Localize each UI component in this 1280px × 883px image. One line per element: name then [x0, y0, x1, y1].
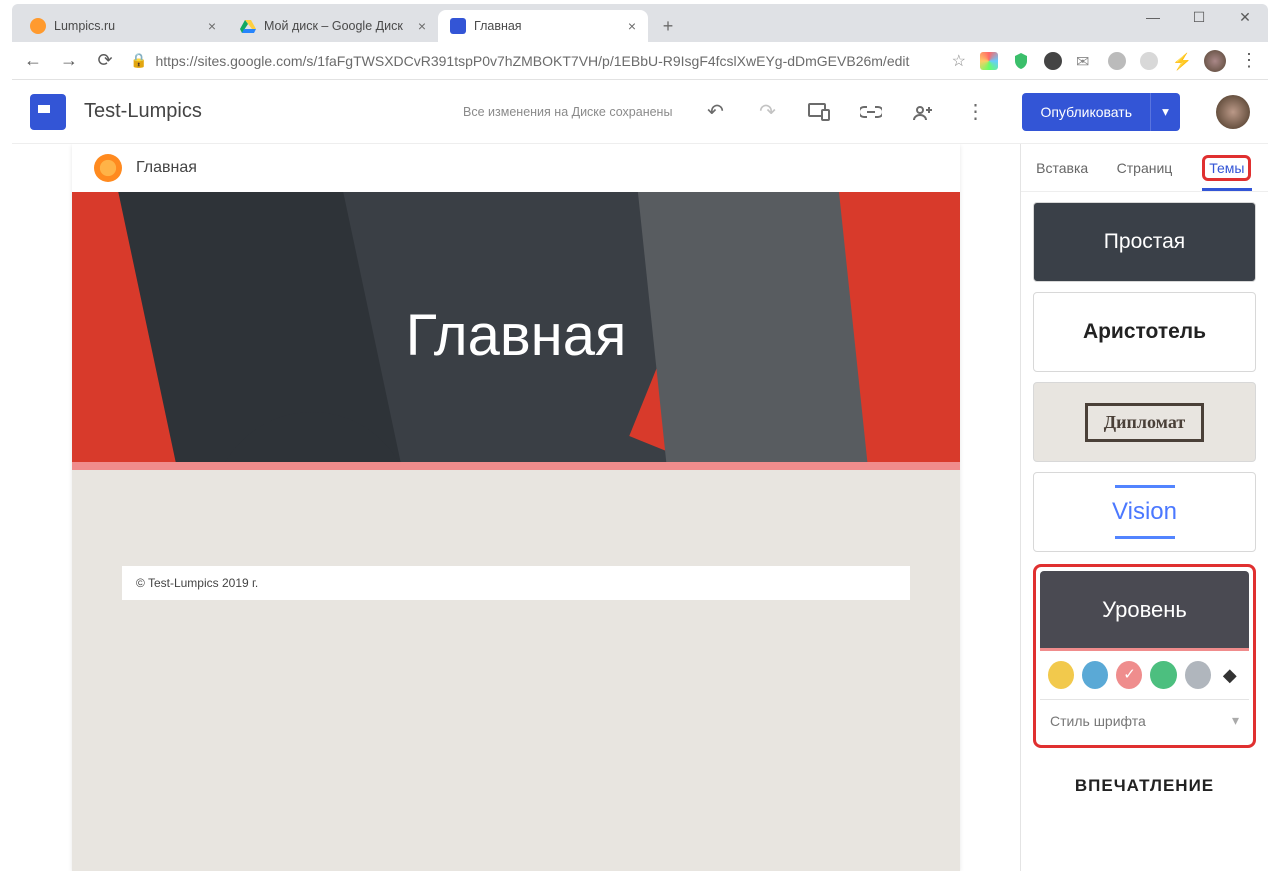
nav-back-icon[interactable]: ←	[22, 50, 44, 71]
font-style-dropdown[interactable]: Стиль шрифта ▾	[1040, 699, 1249, 741]
star-icon[interactable]: ☆	[952, 51, 966, 71]
extension-icons: ✉ ⚡	[980, 52, 1190, 70]
chevron-down-icon: ▾	[1232, 712, 1239, 729]
color-swatch-yellow[interactable]	[1048, 661, 1074, 689]
close-tab-icon[interactable]: ×	[628, 18, 636, 34]
themes-list[interactable]: Простая Аристотель Дипломат Vision Урове…	[1021, 192, 1268, 871]
favicon-icon	[240, 18, 256, 34]
font-style-label: Стиль шрифта	[1050, 713, 1146, 729]
browser-menu-icon[interactable]: ⋮	[1240, 50, 1258, 71]
color-swatch-blue[interactable]	[1082, 661, 1108, 689]
preview-icon[interactable]	[808, 101, 830, 123]
tab-pages[interactable]: Страниц	[1103, 144, 1185, 191]
right-sidebar: Вставка Страниц Темы Простая Аристотель …	[1020, 144, 1268, 871]
site-nav-title[interactable]: Главная	[136, 159, 197, 177]
sites-logo-icon[interactable]	[30, 94, 66, 130]
site-title[interactable]: Test-Lumpics	[84, 100, 202, 123]
hero-divider	[72, 462, 960, 470]
browser-tabstrip: Lumpics.ru × Мой диск – Google Диск × Гл…	[12, 4, 1268, 42]
more-icon[interactable]: ⋮	[964, 101, 986, 123]
color-swatch-pink-selected[interactable]	[1116, 661, 1142, 689]
close-tab-icon[interactable]: ×	[208, 18, 216, 34]
toolbar-icons: ↶ ↷ ⋮	[704, 101, 986, 123]
window-maximize-icon[interactable]: ☐	[1192, 10, 1206, 24]
tab-title: Мой диск – Google Диск	[264, 19, 403, 33]
theme-aristotle[interactable]: Аристотель	[1033, 292, 1256, 372]
link-icon[interactable]	[860, 101, 882, 123]
color-swatch-green[interactable]	[1150, 661, 1176, 689]
ext-icon[interactable]	[1012, 52, 1030, 70]
site-nav-header[interactable]: Главная	[72, 144, 960, 192]
publish-button-group: Опубликовать ▾	[1022, 93, 1180, 131]
url-field[interactable]: 🔒 https://sites.google.com/s/1faFgTWSXDC…	[130, 52, 938, 69]
color-swatch-gray[interactable]	[1185, 661, 1211, 689]
tab-title: Главная	[474, 19, 522, 33]
share-icon[interactable]	[912, 101, 934, 123]
browser-tab-drive[interactable]: Мой диск – Google Диск ×	[228, 10, 438, 42]
browser-address-bar: ← → ⟳ 🔒 https://sites.google.com/s/1faFg…	[12, 42, 1268, 80]
redo-icon[interactable]: ↷	[756, 101, 778, 123]
page-content[interactable]: © Test-Lumpics 2019 г.	[72, 470, 960, 710]
sidebar-tabs: Вставка Страниц Темы	[1021, 144, 1268, 192]
hero-banner[interactable]: Главная	[72, 192, 960, 462]
url-text: https://sites.google.com/s/1faFgTWSXDCvR…	[155, 53, 909, 69]
theme-impression[interactable]: ВПЕЧАТЛЕНИЕ	[1033, 766, 1256, 806]
theme-level-selected: Уровень ◆ Стиль шрифта ▾	[1033, 564, 1256, 748]
tab-title: Lumpics.ru	[54, 19, 115, 33]
ext-icon[interactable]	[1108, 52, 1126, 70]
tab-themes[interactable]: Темы	[1186, 144, 1268, 191]
editor-canvas[interactable]: Главная Главная © Test-Lumpics 2019 г.	[12, 144, 1020, 871]
undo-icon[interactable]: ↶	[704, 101, 726, 123]
site-logo-icon[interactable]	[94, 154, 122, 182]
close-tab-icon[interactable]: ×	[418, 18, 426, 34]
user-avatar-icon[interactable]	[1216, 95, 1250, 129]
window-controls: — ☐ ✕	[1146, 10, 1252, 24]
ext-icon[interactable]: ⚡	[1172, 52, 1190, 70]
ext-icon[interactable]	[1140, 52, 1158, 70]
tab-insert[interactable]: Вставка	[1021, 144, 1103, 191]
app-toolbar: Test-Lumpics Все изменения на Диске сохр…	[12, 80, 1268, 144]
favicon-icon	[450, 18, 466, 34]
new-tab-button[interactable]: +	[654, 12, 682, 40]
theme-vision[interactable]: Vision	[1033, 472, 1256, 552]
window-minimize-icon[interactable]: —	[1146, 10, 1160, 24]
browser-tab-lumpics[interactable]: Lumpics.ru ×	[18, 10, 228, 42]
footer-text[interactable]: © Test-Lumpics 2019 г.	[122, 566, 910, 600]
window-close-icon[interactable]: ✕	[1238, 10, 1252, 24]
favicon-icon	[30, 18, 46, 34]
hero-title[interactable]: Главная	[72, 302, 960, 369]
browser-tab-sites[interactable]: Главная ×	[438, 10, 648, 42]
page-frame: Главная Главная © Test-Lumpics 2019 г.	[72, 144, 960, 871]
ext-icon[interactable]	[980, 52, 998, 70]
custom-color-icon[interactable]: ◆	[1219, 665, 1241, 686]
theme-level[interactable]: Уровень	[1040, 571, 1249, 651]
ext-icon[interactable]	[1044, 52, 1062, 70]
theme-color-row: ◆	[1040, 651, 1249, 699]
publish-button[interactable]: Опубликовать	[1022, 93, 1150, 131]
publish-dropdown-button[interactable]: ▾	[1150, 93, 1180, 131]
profile-avatar-icon[interactable]	[1204, 50, 1226, 72]
theme-simple[interactable]: Простая	[1033, 202, 1256, 282]
ext-icon[interactable]: ✉	[1076, 52, 1094, 70]
lock-icon: 🔒	[130, 52, 147, 69]
nav-forward-icon[interactable]: →	[58, 50, 80, 71]
save-status-text: Все изменения на Диске сохранены	[463, 105, 672, 119]
nav-reload-icon[interactable]: ⟳	[94, 50, 116, 71]
theme-diplomat[interactable]: Дипломат	[1033, 382, 1256, 462]
